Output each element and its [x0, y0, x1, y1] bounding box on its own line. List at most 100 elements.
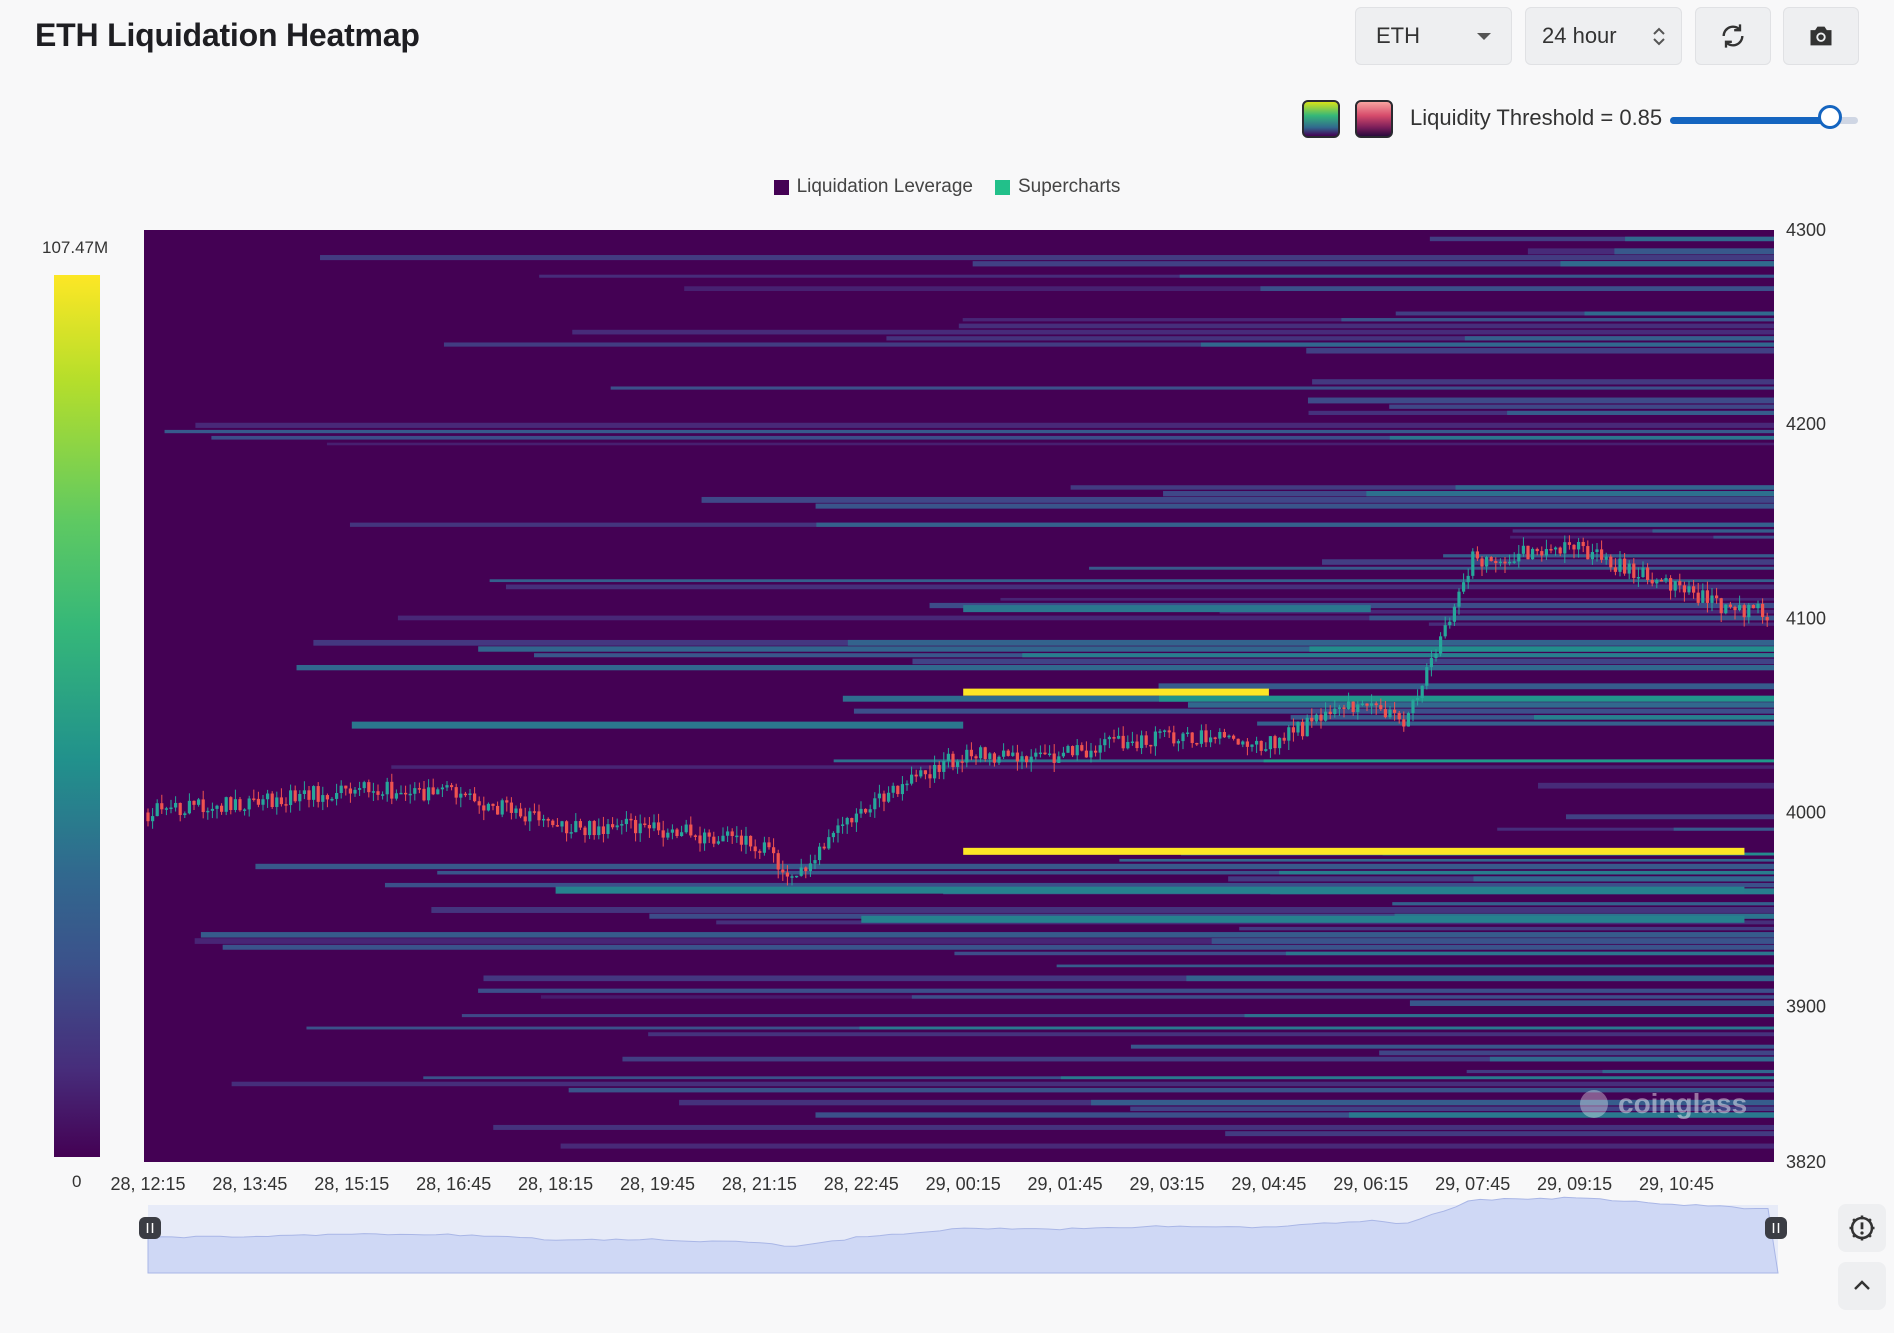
candle-body — [749, 835, 753, 847]
candle-body — [1641, 567, 1645, 578]
candle-body — [565, 821, 569, 834]
heatmap-cell — [815, 503, 1774, 509]
candle-body — [491, 803, 495, 806]
y-tick-label: 4100 — [1786, 608, 1826, 628]
candle-body — [859, 808, 863, 814]
candle-body — [192, 800, 196, 805]
candle-body — [229, 797, 233, 810]
heatmap-cell — [489, 579, 1775, 583]
candle-body — [1416, 698, 1420, 701]
candle-body — [1646, 567, 1650, 581]
candle-body — [781, 869, 785, 873]
candle-body — [496, 805, 500, 815]
heatmap-cell — [1673, 827, 1774, 831]
candle-body — [1351, 701, 1355, 712]
candle-body — [624, 818, 628, 825]
candle-body — [905, 783, 909, 786]
candle-body — [1052, 753, 1056, 763]
heatmap-cell — [1392, 902, 1774, 906]
heatmap-cell — [164, 429, 1775, 434]
candle-body — [1411, 700, 1415, 714]
candle-body — [1342, 707, 1346, 709]
candle-body — [592, 821, 596, 836]
candle-body — [611, 824, 615, 828]
candle-body — [519, 808, 523, 817]
candle-body — [404, 792, 408, 795]
candle-body — [1305, 717, 1309, 737]
heatmap-cell — [1089, 566, 1774, 570]
candle-body — [1213, 737, 1217, 739]
candle-body — [477, 801, 481, 806]
heatmap-cell — [958, 323, 1774, 329]
x-tick-label: 28, 13:45 — [212, 1174, 287, 1194]
candle-body — [1370, 703, 1374, 706]
candle-body — [431, 787, 435, 795]
candle-body — [1121, 735, 1125, 749]
candle-body — [1659, 580, 1663, 582]
candle-body — [247, 798, 251, 810]
candle-body — [960, 761, 964, 763]
candle-body — [1503, 561, 1507, 564]
candle-body — [417, 788, 421, 790]
candle-body — [339, 785, 343, 794]
candle-body — [813, 860, 817, 864]
candle-body — [532, 811, 536, 813]
candle-body — [1678, 581, 1682, 586]
candle-body — [1696, 592, 1700, 603]
candle-body — [578, 821, 582, 828]
candle-body — [956, 761, 960, 768]
candle-body — [183, 813, 187, 816]
candle-body — [1255, 740, 1259, 745]
y-tick-label: 3820 — [1786, 1152, 1826, 1172]
candle-body — [1715, 595, 1719, 599]
candle-body — [307, 790, 311, 800]
navigator-handle — [139, 1217, 161, 1239]
candle-body — [1512, 561, 1516, 563]
candle-body — [528, 811, 532, 822]
candle-body — [1761, 603, 1765, 618]
candle-body — [560, 821, 564, 827]
candle-body — [1278, 737, 1282, 749]
candle-body — [1554, 547, 1558, 550]
settings-button[interactable] — [1838, 1204, 1886, 1252]
candle-body — [408, 793, 412, 796]
candle-body — [1701, 590, 1705, 603]
candle-body — [1333, 708, 1337, 715]
candle-body — [1581, 541, 1585, 547]
candle-body — [1600, 549, 1604, 560]
candle-body — [233, 799, 237, 810]
candle-body — [1190, 732, 1194, 743]
candle-body — [1705, 590, 1709, 603]
candle-body — [1126, 741, 1130, 749]
candle-body — [1038, 752, 1042, 755]
candle-body — [1489, 556, 1493, 562]
candle-body — [804, 867, 808, 872]
heatmap-cell — [1225, 1131, 1774, 1137]
candle-body — [638, 823, 642, 834]
candle-body — [1365, 703, 1369, 706]
collapse-button[interactable] — [1838, 1262, 1886, 1310]
candle-body — [1245, 741, 1249, 747]
candle-body — [1738, 605, 1742, 611]
y-tick-label: 4300 — [1786, 220, 1826, 240]
candle-body — [1112, 737, 1116, 739]
candle-body — [1388, 709, 1392, 718]
candle-body — [390, 781, 394, 799]
candle-body — [160, 803, 164, 810]
candle-body — [1328, 711, 1332, 715]
candle-body — [367, 782, 371, 793]
heatmap-cell — [1200, 342, 1774, 347]
heatmap-cell — [572, 329, 1775, 335]
candle-body — [459, 793, 463, 798]
candle-body — [1604, 556, 1608, 560]
heatmap-cell — [296, 664, 1774, 671]
heatmap-cell — [1652, 529, 1774, 533]
candle-body — [1158, 731, 1162, 733]
candle-body — [1549, 549, 1553, 551]
candle-body — [1296, 722, 1300, 733]
candle-body — [436, 789, 440, 795]
liquidation-band — [861, 915, 1745, 923]
candle-body — [293, 790, 297, 802]
heatmap-cell — [560, 1143, 1774, 1149]
candle-body — [151, 816, 155, 822]
